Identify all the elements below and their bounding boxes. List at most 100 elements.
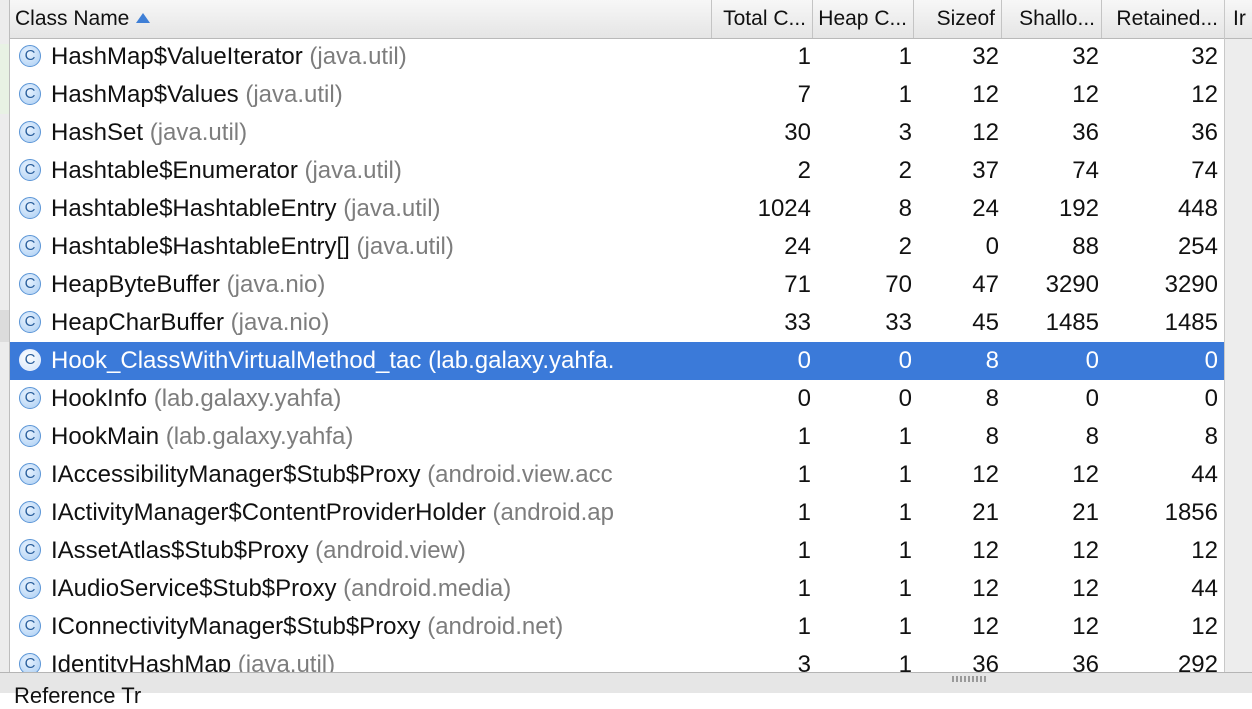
- retained-cell: 0: [1204, 347, 1218, 374]
- heap-cell: 33: [885, 309, 912, 336]
- retained-cell: 74: [1191, 157, 1218, 184]
- retained-cell: 448: [1177, 195, 1218, 222]
- table-row[interactable]: C HashMap$ValueIterator (java.util) 1 1 32 32…: [10, 38, 1224, 76]
- class-icon: C: [19, 273, 41, 295]
- class-name: IActivityManager$ContentProviderHolder: [51, 499, 486, 526]
- table-row[interactable]: C IConnectivityManager$Stub$Proxy (androi…: [10, 608, 1224, 646]
- column-header-total-count[interactable]: Total C...: [712, 0, 813, 38]
- table-row[interactable]: C HeapCharBuffer (java.nio) 33 33 45 1485 1485: [10, 304, 1224, 342]
- heap-cell: 1: [898, 43, 912, 70]
- table-row[interactable]: C HookInfo (lab.galaxy.yahfa) 0 0 8 0 0: [10, 380, 1224, 418]
- bottom-splitter[interactable]: Reference Tr: [0, 672, 1252, 708]
- retained-cell: 1485: [1164, 309, 1218, 336]
- heap-cell: 3: [898, 119, 912, 146]
- class-name-cell: C IActivityManager$ContentProviderHolder …: [10, 494, 712, 532]
- table-row[interactable]: C IAudioService$Stub$Proxy (android.media…: [10, 570, 1224, 608]
- package-name: (android.net): [427, 613, 564, 640]
- class-name: IConnectivityManager$Stub$Proxy: [51, 613, 421, 640]
- column-header-class-name[interactable]: Class Name: [10, 0, 712, 38]
- sizeof-cell: 0: [985, 233, 999, 260]
- shallow-cell: 12: [1072, 613, 1099, 640]
- class-name-cell: C HashMap$ValueIterator (java.util): [10, 38, 712, 76]
- table-row[interactable]: C IdentityHashMap (java.util) 3 1 36 36 292: [10, 646, 1224, 672]
- shallow-cell: 74: [1072, 157, 1099, 184]
- total-cell: 33: [784, 309, 811, 336]
- total-cell: 1: [797, 499, 811, 526]
- splitter-grip-icon[interactable]: [952, 676, 986, 682]
- class-name: IAudioService$Stub$Proxy: [51, 575, 337, 602]
- table-row[interactable]: C Hook_ClassWithVirtualMethod_tac (lab.ga…: [10, 342, 1224, 380]
- table-row[interactable]: C Hashtable$HashtableEntry (java.util) 102…: [10, 190, 1224, 228]
- table-body: C HashMap$ValueIterator (java.util) 1 1 32 32…: [10, 38, 1224, 672]
- table-row[interactable]: C HookMain (lab.galaxy.yahfa) 1 1 8 8 8: [10, 418, 1224, 456]
- column-header-retained-size[interactable]: Retained...: [1102, 0, 1224, 38]
- package-name: (java.nio): [230, 309, 330, 336]
- sizeof-cell: 8: [985, 385, 999, 412]
- total-cell: 1: [797, 537, 811, 564]
- column-header-heap-count[interactable]: Heap C...: [813, 0, 914, 38]
- shallow-cell: 8: [1085, 423, 1099, 450]
- table-row[interactable]: C IAssetAtlas$Stub$Proxy (android.view) 1 1…: [10, 532, 1224, 570]
- heap-cell: 1: [898, 461, 912, 488]
- class-name-cell: C HookMain (lab.galaxy.yahfa): [10, 418, 712, 456]
- sizeof-cell: 12: [972, 575, 999, 602]
- class-icon: C: [19, 501, 41, 523]
- sort-ascending-icon: [136, 13, 151, 23]
- heap-cell: 1: [898, 499, 912, 526]
- class-name-cell: C HashMap$Values (java.util): [10, 76, 712, 114]
- table-row[interactable]: C Hashtable$Enumerator (java.util) 2 2 37 74 7…: [10, 152, 1224, 190]
- package-name: (java.util): [304, 157, 402, 184]
- sizeof-cell: 12: [972, 537, 999, 564]
- shallow-cell: 32: [1072, 43, 1099, 70]
- class-name-cell: C Hook_ClassWithVirtualMethod_tac (lab.ga…: [10, 342, 712, 380]
- class-name: Hashtable$HashtableEntry[]: [51, 233, 350, 260]
- left-panel-edge: [0, 0, 9, 692]
- class-table[interactable]: Class Name Total C... Heap C... Sizeof S…: [9, 0, 1225, 672]
- shallow-cell: 3290: [1045, 271, 1099, 298]
- total-cell: 1: [797, 613, 811, 640]
- class-name: HashMap$ValueIterator: [51, 43, 303, 70]
- retained-cell: 44: [1191, 461, 1218, 488]
- package-name: (java.util): [237, 651, 336, 672]
- class-icon: C: [19, 577, 41, 599]
- retained-cell: 44: [1191, 575, 1218, 602]
- total-cell: 0: [797, 385, 811, 412]
- table-row[interactable]: C HashSet (java.util) 30 3 12 36 36: [10, 114, 1224, 152]
- column-header-sizeof[interactable]: Sizeof: [914, 0, 1002, 38]
- total-cell: 7: [797, 81, 811, 108]
- class-name: IAccessibilityManager$Stub$Proxy: [51, 461, 421, 488]
- table-row[interactable]: C IAccessibilityManager$Stub$Proxy (andro…: [10, 456, 1224, 494]
- sizeof-cell: 36: [972, 651, 999, 672]
- class-name: HeapByteBuffer: [51, 271, 220, 298]
- table-row[interactable]: C Hashtable$HashtableEntry[] (java.util) 2…: [10, 228, 1224, 266]
- total-cell: 71: [784, 271, 811, 298]
- heap-cell: 2: [898, 157, 912, 184]
- class-name-cell: C HashSet (java.util): [10, 114, 712, 152]
- class-name: HookMain: [51, 423, 160, 450]
- column-header-shallow-size[interactable]: Shallo...: [1002, 0, 1102, 38]
- class-name-cell: C Hashtable$Enumerator (java.util): [10, 152, 712, 190]
- class-name: HashMap$Values: [51, 81, 239, 108]
- class-icon: C: [19, 387, 41, 409]
- shallow-cell: 12: [1072, 461, 1099, 488]
- class-icon: C: [19, 83, 41, 105]
- package-name: (java.util): [245, 81, 343, 108]
- package-name: (android.view): [315, 537, 466, 564]
- instance-panel-header[interactable]: Ir: [1225, 0, 1252, 39]
- table-row[interactable]: C IActivityManager$ContentProviderHolder …: [10, 494, 1224, 532]
- package-name: (java.util): [149, 119, 248, 146]
- table-row[interactable]: C HashMap$Values (java.util) 7 1 12 12 12: [10, 76, 1224, 114]
- heap-cell: 70: [885, 271, 912, 298]
- total-cell: 1: [797, 43, 811, 70]
- retained-cell: 3290: [1164, 271, 1218, 298]
- total-cell: 1: [797, 461, 811, 488]
- class-icon: C: [19, 121, 41, 143]
- package-name: (java.util): [356, 233, 454, 260]
- heap-cell: 1: [898, 537, 912, 564]
- class-name-cell: C IAudioService$Stub$Proxy (android.media…: [10, 570, 712, 608]
- sizeof-cell: 8: [985, 423, 999, 450]
- heap-cell: 2: [898, 233, 912, 260]
- shallow-cell: 0: [1085, 385, 1099, 412]
- retained-cell: 1856: [1164, 499, 1218, 526]
- table-row[interactable]: C HeapByteBuffer (java.nio) 71 70 47 3290 3290: [10, 266, 1224, 304]
